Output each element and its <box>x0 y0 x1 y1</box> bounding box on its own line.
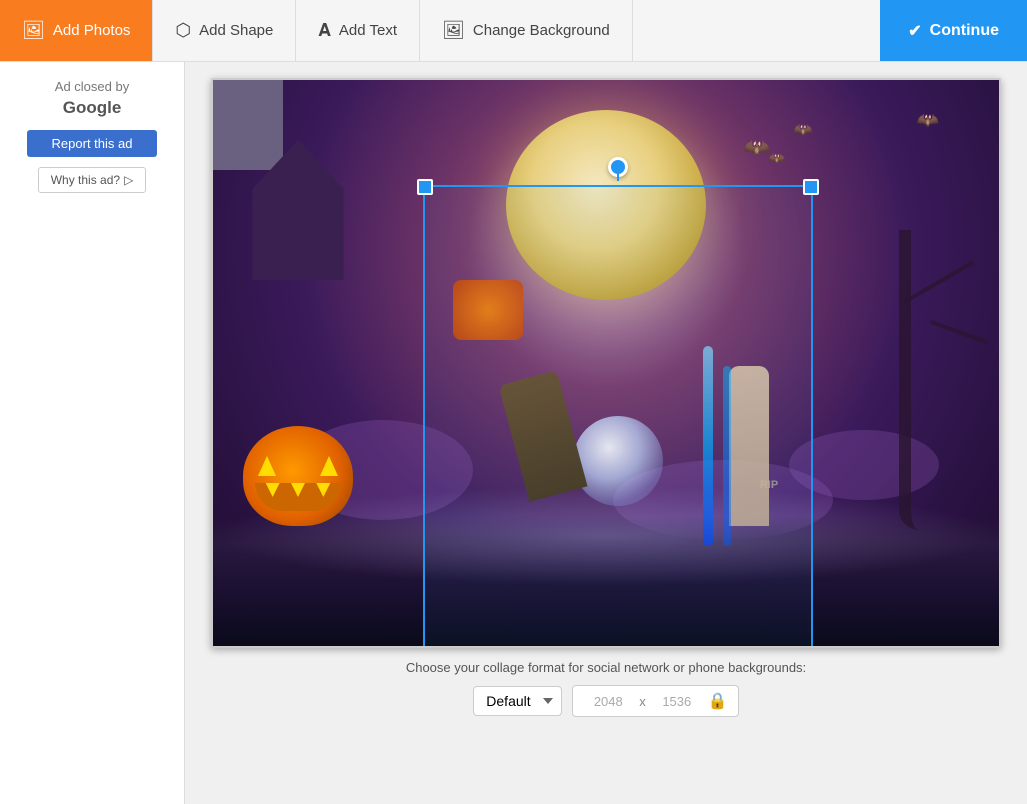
continue-button[interactable]: ✔ Continue <box>880 0 1027 61</box>
add-text-label: Add Text <box>339 22 397 39</box>
google-brand-text: Google <box>55 96 129 120</box>
checkmark-icon: ✔ <box>908 21 921 41</box>
lock-icon[interactable]: 🔒 <box>708 691 728 711</box>
add-photos-button[interactable]: 🖼 Add Photos <box>0 0 153 61</box>
canvas-area: 🦇 🦇 🦇 🦇 <box>185 62 1027 804</box>
ad-closed-text: Ad closed by Google <box>55 78 129 120</box>
handle-top-left[interactable] <box>417 179 433 195</box>
neon-pillar-1 <box>703 346 713 546</box>
format-controls: Default x 🔒 <box>406 685 806 717</box>
report-ad-button[interactable]: Report this ad <box>27 130 157 157</box>
add-text-button[interactable]: 𝐀 Add Text <box>296 0 420 61</box>
change-bg-icon: 🖼 <box>442 20 465 41</box>
format-instruction: Choose your collage format for social ne… <box>406 660 806 675</box>
orange-decoration <box>453 280 523 340</box>
pumpkin-right-eye <box>320 456 338 476</box>
tooth-3 <box>316 483 330 497</box>
zombie-hand <box>498 370 587 501</box>
handle-top-right[interactable] <box>803 179 819 195</box>
why-this-ad-button[interactable]: Why this ad? ▷ <box>38 167 147 193</box>
dimension-separator: x <box>639 694 646 709</box>
neon-pillar-2 <box>723 366 731 546</box>
pumpkin-left-eye <box>258 456 276 476</box>
orb <box>573 416 663 506</box>
tooth-2 <box>291 483 305 497</box>
toolbar: 🖼 Add Photos ⬡ Add Shape 𝐀 Add Text 🖼 Ch… <box>0 0 1027 62</box>
change-background-button[interactable]: 🖼 Change Background <box>420 0 633 61</box>
ad-sidebar: Ad closed by Google Report this ad Why t… <box>0 62 185 804</box>
add-shape-label: Add Shape <box>199 22 273 39</box>
bat-1: 🦇 <box>743 135 770 161</box>
dimension-box: x 🔒 <box>572 685 738 717</box>
bottom-bar: Choose your collage format for social ne… <box>406 660 806 717</box>
canvas-wrapper[interactable]: 🦇 🦇 🦇 🦇 <box>211 78 1001 648</box>
add-photos-label: Add Photos <box>53 22 131 39</box>
add-shape-button[interactable]: ⬡ Add Shape <box>153 0 296 61</box>
add-text-icon: 𝐀 <box>318 20 331 41</box>
halloween-background: 🦇 🦇 🦇 🦇 <box>213 80 999 646</box>
girl-figure <box>729 366 769 526</box>
add-photos-icon: 🖼 <box>22 20 45 41</box>
bat-2: 🦇 <box>793 120 813 140</box>
change-background-label: Change Background <box>473 22 610 39</box>
width-input[interactable] <box>583 694 633 709</box>
bat-3: 🦇 <box>768 150 785 167</box>
tooth-1 <box>266 483 280 497</box>
format-select[interactable]: Default <box>473 686 562 716</box>
height-input[interactable] <box>652 694 702 709</box>
main-area: Ad closed by Google Report this ad Why t… <box>0 62 1027 804</box>
bat-4: 🦇 <box>917 110 939 131</box>
gravestone <box>213 80 283 170</box>
pumpkin <box>243 426 353 526</box>
moon <box>506 110 706 300</box>
why-ad-label: Why this ad? <box>51 173 120 187</box>
pumpkin-mouth <box>255 483 341 511</box>
add-shape-icon: ⬡ <box>175 20 191 41</box>
pumpkin-teeth <box>255 483 341 497</box>
ad-closed-line1: Ad closed by <box>55 78 129 96</box>
continue-label: Continue <box>930 22 999 40</box>
play-icon: ▷ <box>124 173 133 187</box>
